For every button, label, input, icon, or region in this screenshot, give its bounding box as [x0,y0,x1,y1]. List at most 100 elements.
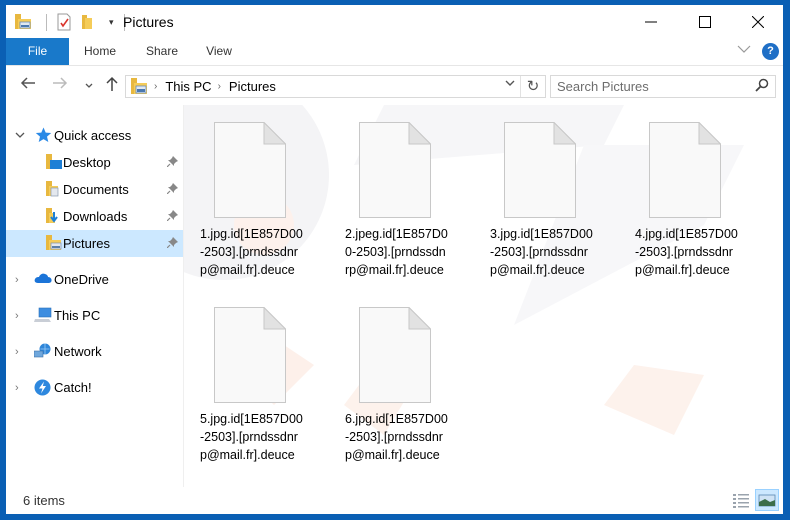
sidebar-item-label: Network [54,344,102,359]
sidebar-item-downloads[interactable]: Downloads [6,203,183,230]
navigation-pane: Quick access Desktop Documents Downloads… [6,105,184,487]
tab-file[interactable]: File [6,38,69,65]
blank-file-icon [359,307,431,403]
file-name: 5.jpg.id[1E857D00-2503].[prndssdnrp@mail… [200,412,303,462]
pin-icon[interactable] [166,182,178,197]
sidebar-item-pictures[interactable]: Pictures [6,230,183,257]
up-button[interactable] [105,76,119,97]
maximize-icon [699,15,711,28]
pictures-folder-icon[interactable] [14,13,32,31]
sidebar-item-label: Catch! [54,380,92,395]
window-title: Pictures [123,14,174,30]
expand-chevron-icon[interactable]: › [15,382,19,394]
sidebar-item-label: Pictures [63,236,110,251]
address-history-button[interactable] [505,79,515,90]
details-view-button[interactable] [732,491,750,509]
arrow-left-icon [20,77,35,89]
search-input[interactable] [557,78,747,95]
catch-app-icon [34,379,52,396]
large-icons-view-button[interactable] [755,489,779,511]
properties-icon[interactable] [55,13,73,31]
pictures-folder-icon [46,235,63,251]
sidebar-item-desktop[interactable]: Desktop [6,149,183,176]
file-name: 3.jpg.id[1E857D00-2503].[prndssdnrp@mail… [490,227,593,277]
downloads-folder-icon [46,208,63,224]
sidebar-item-catch[interactable]: › Catch! [6,374,183,401]
customize-toolbar-dropdown[interactable]: ▾ [109,13,114,31]
expand-chevron-icon[interactable]: › [15,310,19,322]
expand-chevron-icon[interactable]: › [15,346,19,358]
forward-button[interactable] [52,76,68,95]
help-button[interactable]: ? [762,43,779,60]
details-view-icon [733,494,749,508]
navigation-bar: › This PC › Pictures ↻ [6,67,783,105]
large-icons-view-icon [758,494,776,507]
sidebar-item-label: This PC [54,308,101,323]
address-bar[interactable]: › This PC › Pictures ↻ [125,75,546,98]
network-icon [33,343,52,359]
desktop-folder-icon [46,154,63,170]
file-view[interactable]: 1.jpg.id[1E857D00-2503].[prndssdnrp@mail… [184,105,783,487]
expand-chevron-icon[interactable]: › [15,274,19,286]
minimize-button[interactable] [628,5,674,38]
breadcrumb-this-pc[interactable]: This PC [165,79,211,94]
blank-file-icon [649,122,721,218]
sidebar-item-onedrive[interactable]: › OneDrive [6,266,183,293]
sidebar-item-documents[interactable]: Documents [6,176,183,203]
title-bar: ▾ Pictures [6,5,783,38]
star-icon [35,127,52,143]
pin-icon[interactable] [166,155,178,170]
file-name: 2.jpeg.id[1E857D00-2503].[prndssdnrp@mai… [345,227,448,277]
item-count: 6 items [23,493,65,508]
maximize-button[interactable] [682,5,728,38]
chevron-down-icon [505,80,515,86]
search-icon[interactable] [755,78,769,95]
file-name: 6.jpg.id[1E857D00-2503].[prndssdnrp@mail… [345,412,448,462]
blank-file-icon [359,122,431,218]
breadcrumb-separator[interactable]: › [154,81,157,92]
expand-ribbon-button[interactable] [737,43,751,57]
pictures-location-icon [130,78,148,95]
sidebar-item-network[interactable]: › Network [6,338,183,365]
minimize-icon [645,21,657,22]
tab-view[interactable]: View [199,38,239,65]
blank-file-icon [214,307,286,403]
blank-file-icon [214,122,286,218]
search-box[interactable] [550,75,776,98]
new-folder-icon[interactable] [79,13,97,31]
chevron-down-icon [85,83,93,88]
refresh-button[interactable]: ↻ [520,76,545,97]
tab-share[interactable]: Share [139,38,185,65]
status-bar: 6 items [6,487,783,514]
breadcrumb-separator[interactable]: › [218,81,221,92]
chevron-down-icon [737,45,751,53]
back-button[interactable] [20,76,36,95]
sidebar-item-label: Documents [63,182,129,197]
sidebar-item-label: Quick access [54,128,132,143]
documents-folder-icon [46,181,63,197]
recent-locations-button[interactable] [85,81,93,91]
toolbar-separator [46,13,47,31]
blank-file-icon [504,122,576,218]
onedrive-cloud-icon [34,272,52,288]
computer-icon [34,307,52,323]
breadcrumb: › This PC › Pictures [130,78,276,95]
breadcrumb-pictures[interactable]: Pictures [229,79,276,94]
sidebar-item-label: OneDrive [54,272,109,287]
tab-home[interactable]: Home [76,38,124,65]
arrow-up-icon [106,76,118,91]
file-name: 4.jpg.id[1E857D00-2503].[prndssdnrp@mail… [635,227,738,277]
arrow-right-icon [53,77,68,89]
collapse-chevron-icon[interactable] [15,130,25,142]
close-icon [752,15,764,28]
sidebar-item-quick-access[interactable]: Quick access [6,122,183,149]
ribbon: File Home Share View ? [6,38,783,66]
quick-access-toolbar: ▾ [14,13,133,31]
file-name: 1.jpg.id[1E857D00-2503].[prndssdnrp@mail… [200,227,303,277]
sidebar-item-this-pc[interactable]: › This PC [6,302,183,329]
close-button[interactable] [735,5,781,38]
pin-icon[interactable] [166,209,178,224]
file-explorer-window: ▾ Pictures File Home Share View ? › This… [6,5,783,514]
pin-icon[interactable] [166,236,178,251]
sidebar-item-label: Desktop [63,155,111,170]
